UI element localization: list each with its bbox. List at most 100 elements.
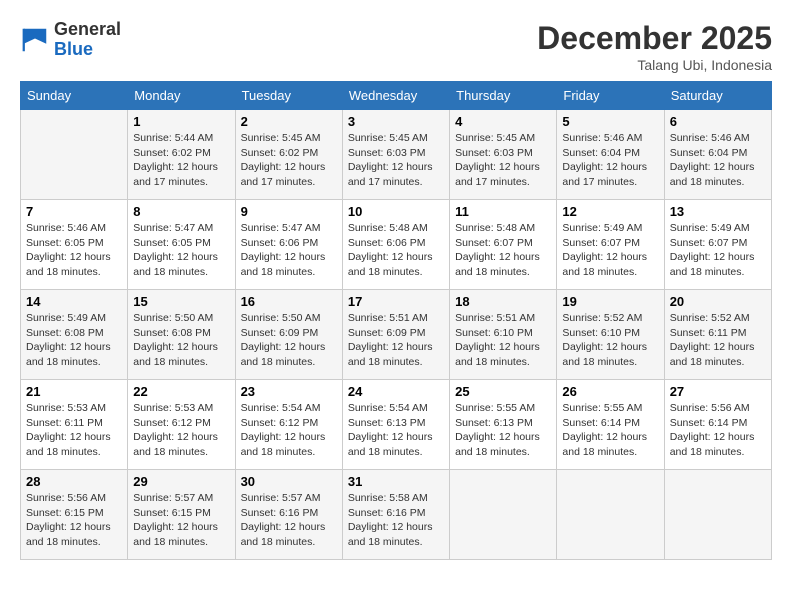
day-info: Sunrise: 5:56 AM Sunset: 6:15 PM Dayligh… bbox=[26, 491, 122, 550]
calendar-day-cell: 24 Sunrise: 5:54 AM Sunset: 6:13 PM Dayli… bbox=[342, 380, 449, 470]
day-info: Sunrise: 5:51 AM Sunset: 6:10 PM Dayligh… bbox=[455, 311, 551, 370]
calendar-day-cell: 5 Sunrise: 5:46 AM Sunset: 6:04 PM Daylig… bbox=[557, 110, 664, 200]
calendar-day-cell: 8 Sunrise: 5:47 AM Sunset: 6:05 PM Daylig… bbox=[128, 200, 235, 290]
day-info: Sunrise: 5:45 AM Sunset: 6:03 PM Dayligh… bbox=[348, 131, 444, 190]
day-of-week-header: Monday bbox=[128, 82, 235, 110]
day-info: Sunrise: 5:44 AM Sunset: 6:02 PM Dayligh… bbox=[133, 131, 229, 190]
day-number: 12 bbox=[562, 204, 658, 219]
day-info: Sunrise: 5:50 AM Sunset: 6:09 PM Dayligh… bbox=[241, 311, 337, 370]
day-number: 20 bbox=[670, 294, 766, 309]
day-number: 5 bbox=[562, 114, 658, 129]
day-info: Sunrise: 5:55 AM Sunset: 6:13 PM Dayligh… bbox=[455, 401, 551, 460]
day-of-week-header: Friday bbox=[557, 82, 664, 110]
day-number: 14 bbox=[26, 294, 122, 309]
day-info: Sunrise: 5:54 AM Sunset: 6:12 PM Dayligh… bbox=[241, 401, 337, 460]
day-number: 13 bbox=[670, 204, 766, 219]
calendar-day-cell: 15 Sunrise: 5:50 AM Sunset: 6:08 PM Dayli… bbox=[128, 290, 235, 380]
day-of-week-header: Tuesday bbox=[235, 82, 342, 110]
day-number: 6 bbox=[670, 114, 766, 129]
day-number: 27 bbox=[670, 384, 766, 399]
calendar-day-cell: 14 Sunrise: 5:49 AM Sunset: 6:08 PM Dayli… bbox=[21, 290, 128, 380]
day-info: Sunrise: 5:48 AM Sunset: 6:06 PM Dayligh… bbox=[348, 221, 444, 280]
calendar-day-cell: 29Sunrise: 5:57 AM Sunset: 6:15 PM Dayli… bbox=[128, 470, 235, 560]
calendar-day-cell: 20Sunrise: 5:52 AM Sunset: 6:11 PM Dayli… bbox=[664, 290, 771, 380]
day-number: 22 bbox=[133, 384, 229, 399]
day-info: Sunrise: 5:57 AM Sunset: 6:15 PM Dayligh… bbox=[133, 491, 229, 550]
calendar-day-cell: 12 Sunrise: 5:49 AM Sunset: 6:07 PM Dayli… bbox=[557, 200, 664, 290]
day-of-week-header: Thursday bbox=[450, 82, 557, 110]
calendar-day-cell: 25 Sunrise: 5:55 AM Sunset: 6:13 PM Dayli… bbox=[450, 380, 557, 470]
day-number: 26 bbox=[562, 384, 658, 399]
calendar-day-cell: 26 Sunrise: 5:55 AM Sunset: 6:14 PM Dayli… bbox=[557, 380, 664, 470]
day-info: Sunrise: 5:53 AM Sunset: 6:12 PM Dayligh… bbox=[133, 401, 229, 460]
day-info: Sunrise: 5:58 AM Sunset: 6:16 PM Dayligh… bbox=[348, 491, 444, 550]
day-info: Sunrise: 5:51 AM Sunset: 6:09 PM Dayligh… bbox=[348, 311, 444, 370]
calendar-day-cell bbox=[557, 470, 664, 560]
day-number: 2 bbox=[241, 114, 337, 129]
day-info: Sunrise: 5:54 AM Sunset: 6:13 PM Dayligh… bbox=[348, 401, 444, 460]
day-info: Sunrise: 5:48 AM Sunset: 6:07 PM Dayligh… bbox=[455, 221, 551, 280]
logo-text: General Blue bbox=[54, 20, 121, 60]
day-info: Sunrise: 5:52 AM Sunset: 6:10 PM Dayligh… bbox=[562, 311, 658, 370]
calendar-day-cell: 2 Sunrise: 5:45 AM Sunset: 6:02 PM Daylig… bbox=[235, 110, 342, 200]
day-of-week-header: Sunday bbox=[21, 82, 128, 110]
calendar-day-cell: 19 Sunrise: 5:52 AM Sunset: 6:10 PM Dayli… bbox=[557, 290, 664, 380]
day-info: Sunrise: 5:50 AM Sunset: 6:08 PM Dayligh… bbox=[133, 311, 229, 370]
calendar-day-cell: 30 Sunrise: 5:57 AM Sunset: 6:16 PM Dayli… bbox=[235, 470, 342, 560]
day-info: Sunrise: 5:57 AM Sunset: 6:16 PM Dayligh… bbox=[241, 491, 337, 550]
day-info: Sunrise: 5:45 AM Sunset: 6:03 PM Dayligh… bbox=[455, 131, 551, 190]
calendar-day-cell: 3 Sunrise: 5:45 AM Sunset: 6:03 PM Daylig… bbox=[342, 110, 449, 200]
calendar-week-row: 7 Sunrise: 5:46 AM Sunset: 6:05 PM Daylig… bbox=[21, 200, 772, 290]
day-number: 30 bbox=[241, 474, 337, 489]
day-info: Sunrise: 5:47 AM Sunset: 6:05 PM Dayligh… bbox=[133, 221, 229, 280]
calendar-day-cell bbox=[450, 470, 557, 560]
day-number: 18 bbox=[455, 294, 551, 309]
calendar-week-row: 21 Sunrise: 5:53 AM Sunset: 6:11 PM Dayli… bbox=[21, 380, 772, 470]
day-info: Sunrise: 5:49 AM Sunset: 6:08 PM Dayligh… bbox=[26, 311, 122, 370]
calendar-week-row: 14 Sunrise: 5:49 AM Sunset: 6:08 PM Dayli… bbox=[21, 290, 772, 380]
day-info: Sunrise: 5:45 AM Sunset: 6:02 PM Dayligh… bbox=[241, 131, 337, 190]
day-number: 16 bbox=[241, 294, 337, 309]
day-number: 24 bbox=[348, 384, 444, 399]
day-number: 7 bbox=[26, 204, 122, 219]
calendar-day-cell: 1Sunrise: 5:44 AM Sunset: 6:02 PM Daylig… bbox=[128, 110, 235, 200]
day-number: 23 bbox=[241, 384, 337, 399]
day-info: Sunrise: 5:49 AM Sunset: 6:07 PM Dayligh… bbox=[670, 221, 766, 280]
day-number: 19 bbox=[562, 294, 658, 309]
calendar-day-cell: 9Sunrise: 5:47 AM Sunset: 6:06 PM Daylig… bbox=[235, 200, 342, 290]
day-number: 21 bbox=[26, 384, 122, 399]
day-number: 8 bbox=[133, 204, 229, 219]
day-number: 17 bbox=[348, 294, 444, 309]
calendar-day-cell: 16 Sunrise: 5:50 AM Sunset: 6:09 PM Dayli… bbox=[235, 290, 342, 380]
month-title: December 2025 bbox=[537, 20, 772, 57]
calendar-day-cell bbox=[21, 110, 128, 200]
day-number: 9 bbox=[241, 204, 337, 219]
calendar-day-cell: 10Sunrise: 5:48 AM Sunset: 6:06 PM Dayli… bbox=[342, 200, 449, 290]
day-info: Sunrise: 5:56 AM Sunset: 6:14 PM Dayligh… bbox=[670, 401, 766, 460]
calendar-day-cell: 17 Sunrise: 5:51 AM Sunset: 6:09 PM Dayli… bbox=[342, 290, 449, 380]
calendar-day-cell: 7 Sunrise: 5:46 AM Sunset: 6:05 PM Daylig… bbox=[21, 200, 128, 290]
day-number: 25 bbox=[455, 384, 551, 399]
logo: General Blue bbox=[20, 20, 121, 60]
title-block: December 2025 Talang Ubi, Indonesia bbox=[537, 20, 772, 73]
calendar-day-cell bbox=[664, 470, 771, 560]
location: Talang Ubi, Indonesia bbox=[537, 57, 772, 73]
calendar-day-cell: 27 Sunrise: 5:56 AM Sunset: 6:14 PM Dayli… bbox=[664, 380, 771, 470]
day-info: Sunrise: 5:53 AM Sunset: 6:11 PM Dayligh… bbox=[26, 401, 122, 460]
day-info: Sunrise: 5:55 AM Sunset: 6:14 PM Dayligh… bbox=[562, 401, 658, 460]
day-info: Sunrise: 5:49 AM Sunset: 6:07 PM Dayligh… bbox=[562, 221, 658, 280]
calendar-day-cell: 11Sunrise: 5:48 AM Sunset: 6:07 PM Dayli… bbox=[450, 200, 557, 290]
day-of-week-header: Wednesday bbox=[342, 82, 449, 110]
calendar-week-row: 28Sunrise: 5:56 AM Sunset: 6:15 PM Dayli… bbox=[21, 470, 772, 560]
calendar-day-cell: 13 Sunrise: 5:49 AM Sunset: 6:07 PM Dayli… bbox=[664, 200, 771, 290]
calendar-day-cell: 21 Sunrise: 5:53 AM Sunset: 6:11 PM Dayli… bbox=[21, 380, 128, 470]
calendar-day-cell: 6 Sunrise: 5:46 AM Sunset: 6:04 PM Daylig… bbox=[664, 110, 771, 200]
day-of-week-header: Saturday bbox=[664, 82, 771, 110]
day-number: 3 bbox=[348, 114, 444, 129]
day-info: Sunrise: 5:46 AM Sunset: 6:05 PM Dayligh… bbox=[26, 221, 122, 280]
day-number: 15 bbox=[133, 294, 229, 309]
calendar-day-cell: 31Sunrise: 5:58 AM Sunset: 6:16 PM Dayli… bbox=[342, 470, 449, 560]
day-info: Sunrise: 5:46 AM Sunset: 6:04 PM Dayligh… bbox=[562, 131, 658, 190]
calendar-day-cell: 4Sunrise: 5:45 AM Sunset: 6:03 PM Daylig… bbox=[450, 110, 557, 200]
day-info: Sunrise: 5:46 AM Sunset: 6:04 PM Dayligh… bbox=[670, 131, 766, 190]
